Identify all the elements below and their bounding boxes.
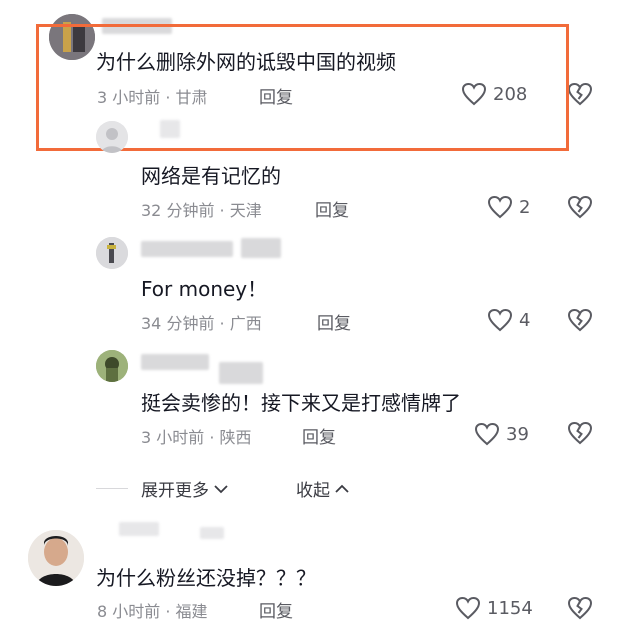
avatar[interactable] bbox=[96, 237, 128, 269]
dislike-button[interactable] bbox=[567, 421, 593, 449]
comment-time: 34 分钟前 · 广西 bbox=[141, 314, 262, 333]
chevron-up-icon bbox=[335, 484, 349, 493]
avatar[interactable] bbox=[28, 530, 84, 586]
reply-button[interactable]: 回复 bbox=[315, 196, 349, 221]
comment-text: 为什么粉丝还没掉？？？ bbox=[96, 566, 316, 590]
dislike-button[interactable] bbox=[567, 596, 593, 624]
broken-heart-icon bbox=[567, 596, 593, 620]
reply-button[interactable]: 回复 bbox=[302, 423, 336, 448]
avatar-image bbox=[96, 350, 128, 382]
comment-text: 挺会卖惨的！接下来又是打感情牌了 bbox=[141, 391, 461, 415]
chevron-down-icon bbox=[214, 484, 228, 493]
dislike-button[interactable] bbox=[567, 82, 593, 110]
avatar-image bbox=[96, 237, 128, 269]
avatar-image bbox=[28, 530, 84, 586]
comment-text: For money！ bbox=[141, 277, 268, 301]
heart-icon bbox=[455, 596, 481, 620]
heart-icon bbox=[487, 195, 513, 219]
like-button[interactable]: 2 bbox=[487, 195, 530, 219]
collapse-label: 收起 bbox=[296, 481, 330, 501]
avatar[interactable] bbox=[96, 350, 128, 382]
username-blurred bbox=[200, 527, 224, 539]
comment-time: 32 分钟前 · 天津 bbox=[141, 201, 262, 220]
like-count: 4 bbox=[519, 309, 531, 331]
like-button[interactable]: 4 bbox=[487, 308, 530, 332]
like-count: 39 bbox=[506, 423, 529, 445]
heart-icon bbox=[487, 308, 513, 332]
thread-divider bbox=[96, 488, 128, 489]
broken-heart-icon bbox=[567, 195, 593, 219]
username-blurred bbox=[241, 238, 281, 258]
username-blurred bbox=[160, 120, 180, 138]
dislike-button[interactable] bbox=[567, 308, 593, 336]
username-blurred bbox=[119, 522, 159, 536]
comment-text: 网络是有记忆的 bbox=[141, 164, 281, 188]
expand-more-button[interactable]: 展开更多 bbox=[141, 476, 229, 501]
username-blurred bbox=[219, 362, 263, 384]
collapse-button[interactable]: 收起 bbox=[296, 476, 350, 501]
broken-heart-icon bbox=[567, 421, 593, 445]
like-button[interactable]: 1154 bbox=[455, 596, 533, 620]
reply-button[interactable]: 回复 bbox=[259, 597, 293, 622]
like-button[interactable]: 39 bbox=[474, 422, 529, 446]
like-count: 1154 bbox=[487, 597, 533, 619]
expand-more-label: 展开更多 bbox=[141, 481, 209, 501]
dislike-button[interactable] bbox=[567, 195, 593, 223]
comment-time: 3 小时前 · 陕西 bbox=[141, 428, 252, 447]
like-count: 2 bbox=[519, 196, 531, 218]
username-blurred bbox=[141, 354, 209, 370]
username-blurred bbox=[141, 241, 233, 257]
heart-icon bbox=[474, 422, 500, 446]
comment-time: 8 小时前 · 福建 bbox=[97, 602, 208, 621]
reply-button[interactable]: 回复 bbox=[317, 309, 351, 334]
broken-heart-icon bbox=[567, 308, 593, 332]
avatar[interactable] bbox=[96, 121, 128, 153]
default-avatar-icon bbox=[96, 121, 128, 153]
broken-heart-icon bbox=[567, 82, 593, 106]
